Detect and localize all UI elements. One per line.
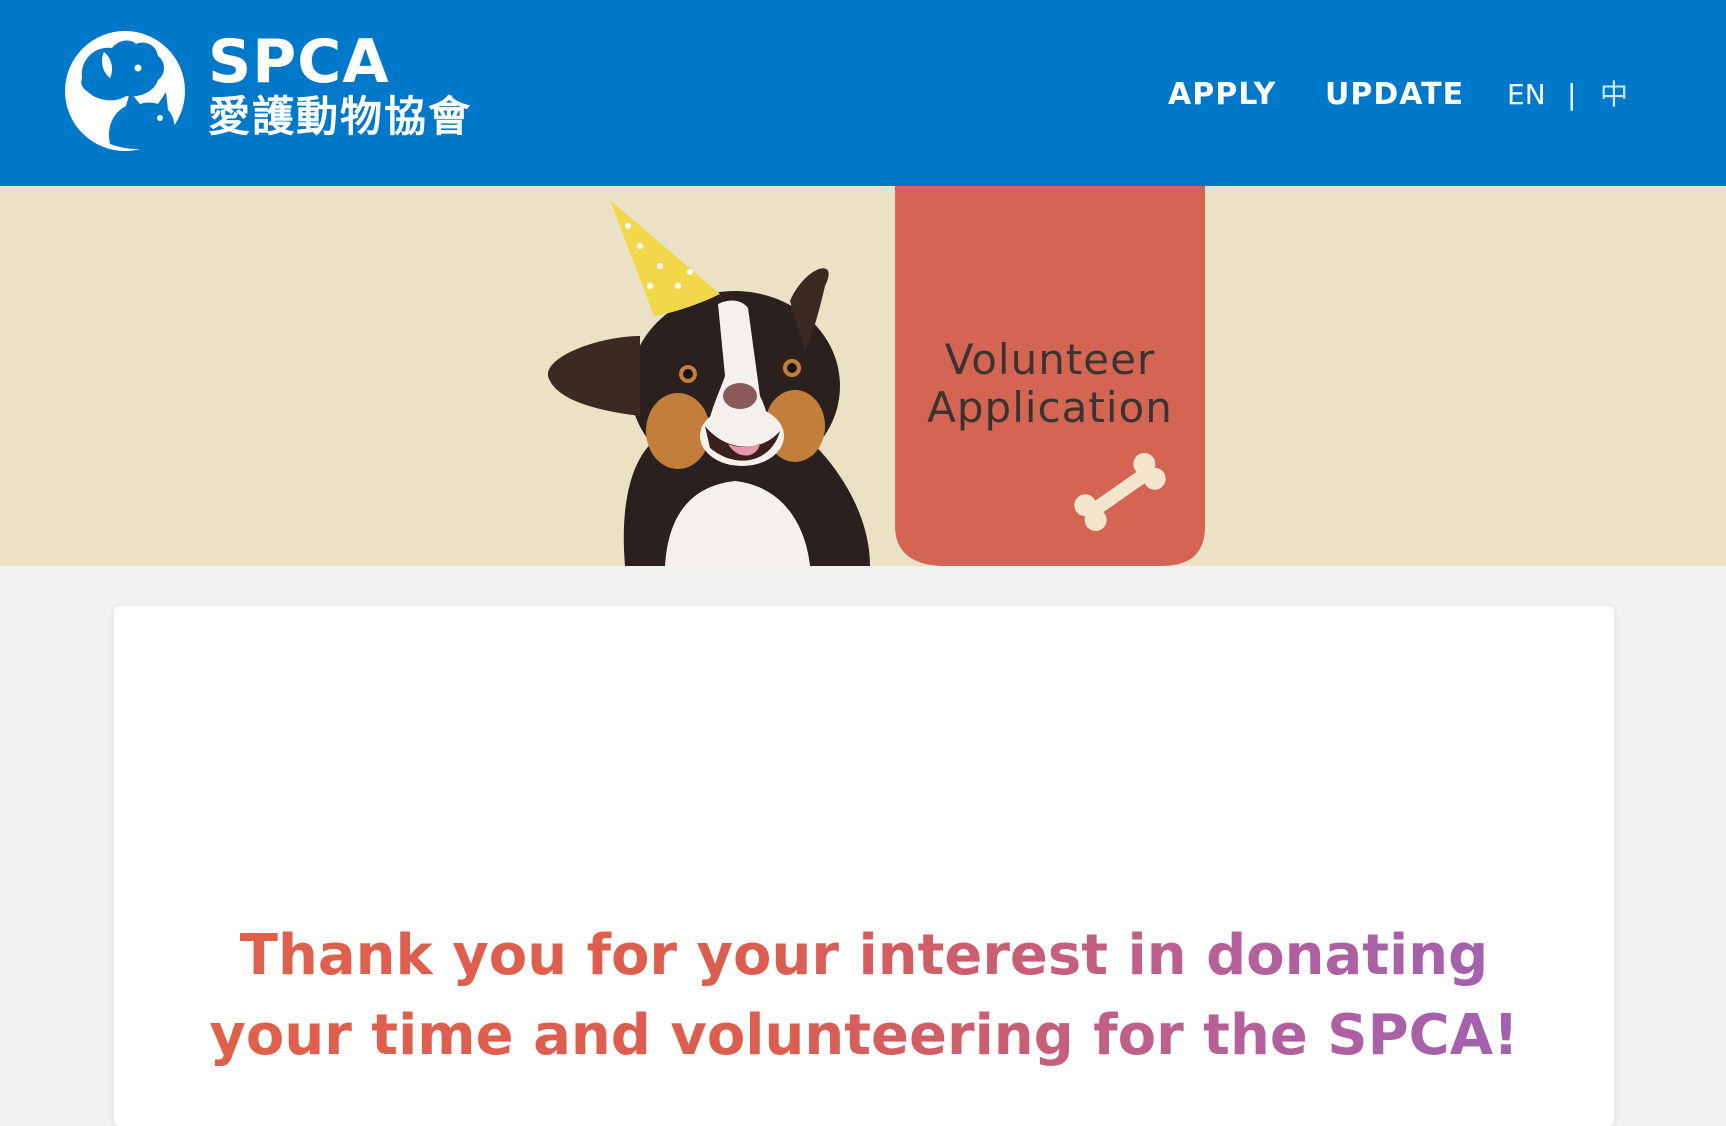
thank-you-line1: Thank you for your interest in donating (239, 923, 1489, 988)
logo-text-en: SPCA (208, 27, 390, 97)
thank-you-message: Thank you for your interest in donating … (114, 916, 1614, 1076)
language-zh-link[interactable]: 中 (1600, 70, 1628, 120)
spca-logo[interactable]: SPCA 愛護動物協會 (60, 26, 470, 160)
logo-text-zh: 愛護動物協會 (208, 92, 473, 141)
banner-illustration (547, 186, 1205, 566)
banner-title-line2: Application (927, 383, 1173, 432)
thank-you-line2: your time and volunteering for the SPCA! (209, 1003, 1519, 1068)
hero-banner: Volunteer Application (0, 186, 1726, 566)
dog-with-party-hat (547, 200, 870, 566)
dog-and-cat-icon (65, 31, 185, 151)
nav-apply-link[interactable]: APPLY (1168, 70, 1276, 120)
nav-update-link[interactable]: UPDATE (1325, 70, 1464, 120)
language-en-link[interactable]: EN (1507, 70, 1546, 120)
banner-title-line1: Volunteer (944, 335, 1156, 384)
language-separator: | (1567, 78, 1577, 111)
content-card: Thank you for your interest in donating … (114, 606, 1614, 1126)
banner-title: Volunteer Application (895, 336, 1205, 432)
top-navigation-bar: SPCA 愛護動物協會 APPLY UPDATE EN | 中 (0, 0, 1726, 186)
